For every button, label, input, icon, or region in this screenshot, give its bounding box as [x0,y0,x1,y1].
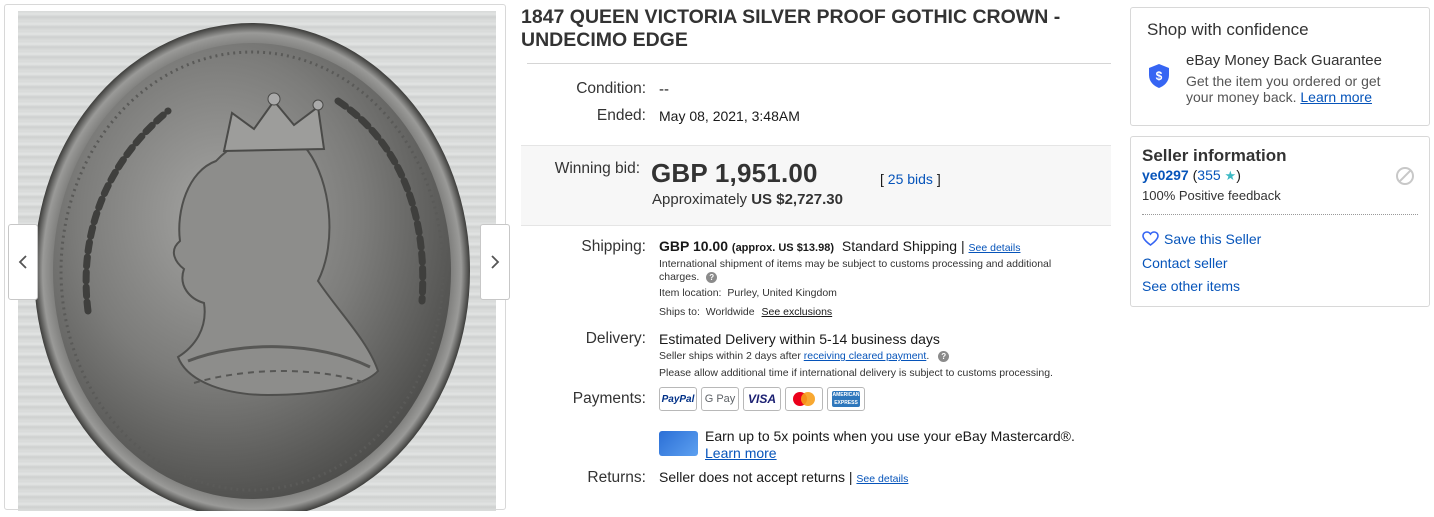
handling-time: Seller ships within 2 days after receivi… [659,350,950,362]
shipping-cost-line: GBP 10.00 (approx. US $13.98) Standard S… [659,238,1020,254]
condition-label: Condition: [576,80,646,97]
intl-shipping-note-2: charges. ? [659,271,718,283]
shipping-approx: (approx. US $13.98) [731,242,834,254]
title-divider [527,63,1111,64]
approx-prefix: Approximately [652,191,748,208]
mastercard-promo-text: Earn up to 5x points when you use your e… [705,428,1075,444]
delivery-estimate: Estimated Delivery within 5-14 business … [659,331,940,347]
delivery-customs-note: Please allow additional time if internat… [659,367,1053,379]
handling-prefix: Seller ships within 2 days after [659,350,801,362]
confidence-heading: Shop with confidence [1147,20,1309,39]
item-location-label: Item location: [659,287,722,299]
ebay-mastercard-icon [659,431,698,456]
seller-id-line: ye0297 (355 ★) [1142,167,1241,184]
item-title: 1847 QUEEN VICTORIA SILVER PROOF GOTHIC … [521,6,1061,51]
intl-shipping-note-end: charges. [659,271,700,283]
chevron-left-icon [18,255,27,269]
ships-to-label: Ships to: [659,306,700,318]
delivery-label: Delivery: [585,330,646,347]
guarantee-text-2: your money back. Learn more [1186,89,1372,105]
feedback-score-link[interactable]: 355 [1197,167,1220,183]
shipping-cost: GBP 10.00 [659,238,729,254]
winning-bid-price: GBP 1,951.00 [651,158,818,188]
bid-history-link[interactable]: 25 bids [888,171,933,187]
gallery-prev-button[interactable] [8,224,38,300]
chevron-right-icon [491,255,500,269]
ended-label: Ended: [596,107,646,124]
shield-dollar-icon: $ [1149,64,1169,88]
payment-methods: PayPal G Pay VISA AMERICAN EXPRESS [659,387,865,411]
intl-shipping-note: International shipment of items may be s… [659,258,1052,270]
guarantee-text-1: Get the item you ordered or get [1186,73,1381,89]
ships-to: Ships to: Worldwide See exclusions [659,306,832,318]
approx-price: Approximately US $2,727.30 [652,191,843,208]
ships-to-value: Worldwide [705,306,755,318]
guarantee-learn-more-link[interactable]: Learn more [1300,89,1372,105]
feedback-close: ) [1236,167,1241,183]
winning-bid-label: Winning bid: [554,160,640,177]
payments-label: Payments: [572,390,646,407]
shipping-details-link[interactable]: See details [969,242,1021,254]
see-exclusions-link[interactable]: See exclusions [762,306,833,318]
mastercard-icon [785,387,823,411]
svg-text:$: $ [1156,69,1163,83]
guarantee-title: eBay Money Back Guarantee [1186,52,1382,69]
star-icon: ★ [1224,168,1237,183]
returns-text: Seller does not accept returns | [659,469,853,485]
approx-value: US $2,727.30 [751,191,843,208]
google-pay-icon: G Pay [701,387,739,411]
seller-username-link[interactable]: ye0297 [1142,167,1189,183]
gallery-next-button[interactable] [480,224,510,300]
shipping-label: Shipping: [581,238,646,255]
guarantee-text-2-span: your money back. [1186,89,1297,105]
positive-feedback: 100% Positive feedback [1142,188,1281,203]
item-location-value: Purley, United Kingdom [727,287,837,299]
heart-icon [1142,231,1159,246]
cleared-payment-link[interactable]: receiving cleared payment [804,350,927,362]
ended-value: May 08, 2021, 3:48AM [659,108,800,124]
handling-suffix: . [926,350,930,362]
save-seller-link[interactable]: Save this Seller [1142,231,1261,247]
bid-bracket-close: ] [936,171,941,187]
returns-details-link[interactable]: See details [856,473,908,485]
prohibited-icon [1396,167,1414,185]
bid-bracket-open: [ [880,171,884,187]
contact-seller-link[interactable]: Contact seller [1142,255,1228,271]
condition-value: -- [659,81,669,98]
promo-learn-more-link[interactable]: Learn more [705,445,777,461]
item-location: Item location: Purley, United Kingdom [659,287,837,299]
bid-count: [ 25 bids ] [880,171,941,187]
returns-label: Returns: [587,469,646,486]
seller-divider [1142,214,1418,215]
coin-photo[interactable] [18,11,496,511]
amex-icon: AMERICAN EXPRESS [827,387,865,411]
paypal-icon: PayPal [659,387,697,411]
shipping-method: Standard Shipping | [841,238,965,254]
save-seller-label: Save this Seller [1164,231,1262,247]
returns-policy: Seller does not accept returns | See det… [659,469,908,485]
visa-icon: VISA [743,387,781,411]
seller-heading: Seller information [1142,146,1287,165]
see-other-items-link[interactable]: See other items [1142,278,1240,294]
image-gallery [4,4,510,511]
help-icon[interactable]: ? [938,350,950,362]
help-icon[interactable]: ? [706,271,718,283]
